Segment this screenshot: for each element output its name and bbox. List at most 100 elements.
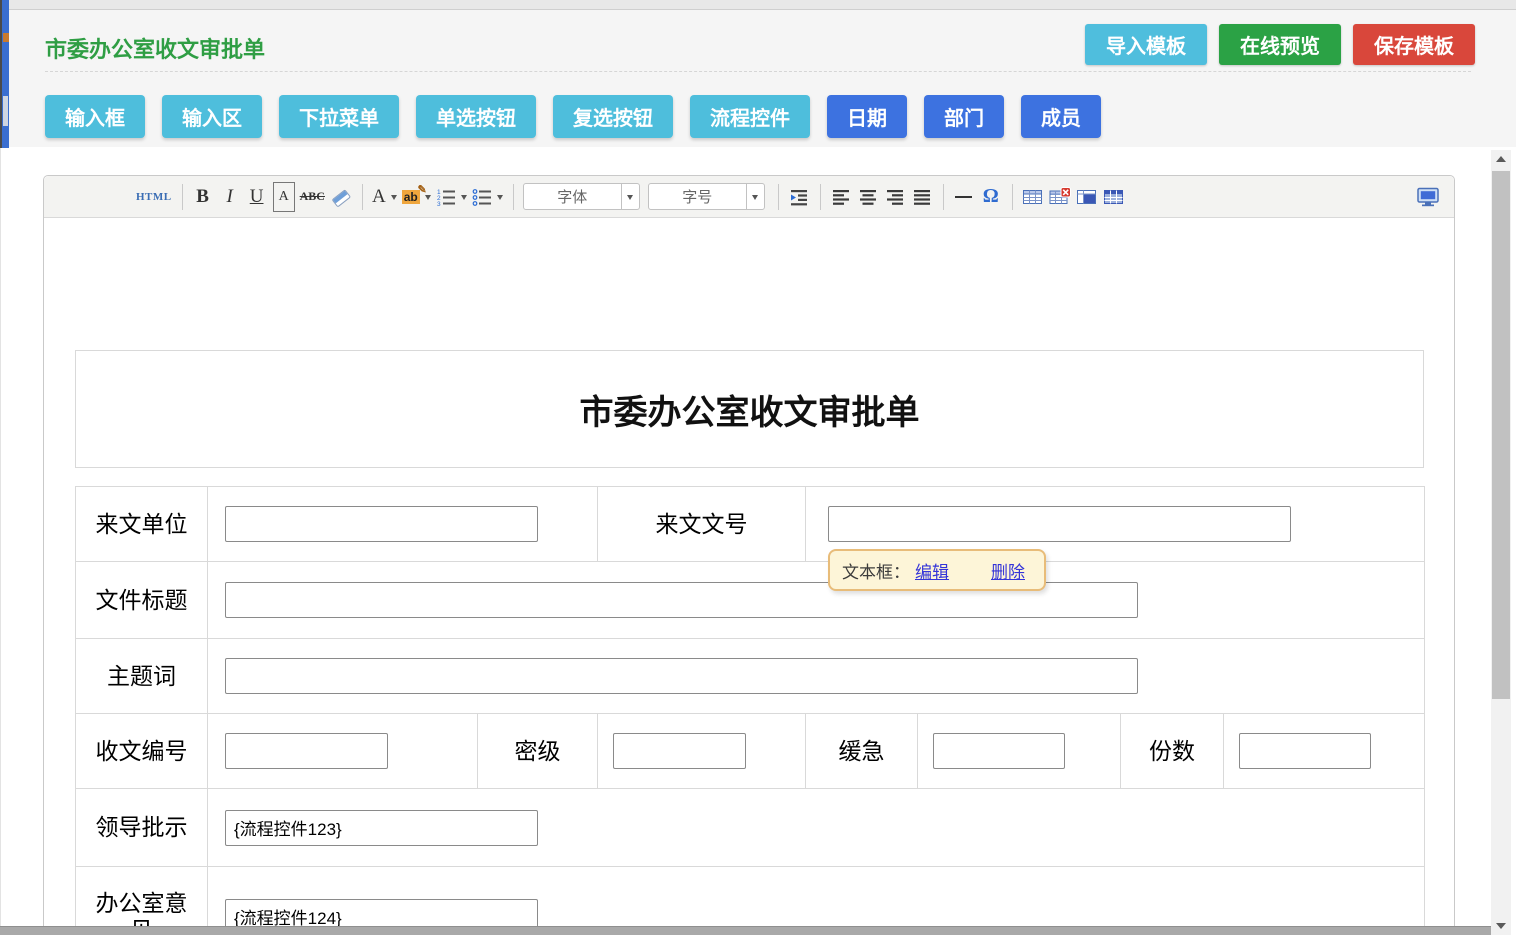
header-action-buttons: 导入模板 在线预览 保存模板 [1085, 24, 1475, 65]
control-edit-tooltip: 文本框： 编辑 删除 [828, 549, 1046, 591]
font-color-icon[interactable]: A [372, 182, 397, 212]
toolbar-separator [778, 184, 779, 210]
toolbar-separator [820, 184, 821, 210]
delete-table-icon[interactable] [1049, 182, 1071, 212]
justify-icon[interactable] [911, 182, 933, 212]
vertical-scrollbar[interactable] [1491, 150, 1511, 935]
font-format-icon[interactable]: A [273, 182, 295, 212]
add-radio-button[interactable]: 单选按钮 [416, 95, 536, 138]
italic-icon[interactable]: I [219, 182, 241, 212]
align-right-icon[interactable] [884, 182, 906, 212]
left-edge-line [0, 148, 1, 935]
html-source-icon[interactable]: HTML [136, 182, 172, 212]
window-top-band [0, 0, 1516, 10]
import-template-button[interactable]: 导入模板 [1085, 24, 1207, 65]
scrollbar-thumb[interactable] [1492, 171, 1510, 699]
doc-title-label: 文件标题 [76, 562, 208, 639]
document-title-box: 市委办公室收文审批单 [75, 350, 1424, 468]
table-properties-icon[interactable] [1103, 182, 1125, 212]
incoming-unit-input[interactable] [225, 506, 538, 542]
remove-format-eraser-icon[interactable] [330, 182, 352, 212]
background-window-icon-fragment [3, 33, 9, 42]
svg-text:3: 3 [437, 201, 441, 207]
online-preview-button[interactable]: 在线预览 [1219, 24, 1341, 65]
table-row: 主题词 [76, 639, 1425, 714]
urgency-input[interactable] [933, 733, 1065, 769]
toolbar-separator [182, 184, 183, 210]
table-row: 领导批示 [76, 789, 1425, 867]
bold-icon[interactable]: B [192, 182, 214, 212]
incoming-no-label: 来文文号 [598, 487, 806, 562]
copies-label: 份数 [1121, 714, 1224, 789]
chevron-down-icon[interactable] [746, 184, 764, 209]
delete-control-link[interactable]: 删除 [991, 558, 1025, 583]
table-cell [208, 639, 1425, 714]
secrecy-level-input[interactable] [613, 733, 746, 769]
table-row: 来文单位 来文文号 [76, 487, 1425, 562]
edit-control-link[interactable]: 编辑 [915, 558, 949, 583]
incoming-no-input[interactable] [828, 506, 1291, 542]
align-center-icon[interactable] [857, 182, 879, 212]
table-row: 收文编号 密级 缓急 份数 [76, 714, 1425, 789]
indent-icon[interactable] [788, 182, 810, 212]
ordered-list-icon[interactable]: 1 2 3 [436, 182, 467, 212]
editor-toolbar: HTML B I U A ABC A ab 1 2 3 [44, 176, 1454, 218]
table-cell [208, 487, 598, 562]
dashed-divider [45, 71, 1471, 72]
rich-text-editor: HTML B I U A ABC A ab 1 2 3 [43, 175, 1455, 935]
underline-icon[interactable]: U [246, 182, 268, 212]
document-form-table: 来文单位 来文文号 文件标题 主题词 [75, 486, 1425, 935]
special-character-icon[interactable]: Ω [980, 182, 1002, 212]
highlight-color-icon[interactable]: ab [402, 182, 431, 212]
add-member-button[interactable]: 成员 [1021, 95, 1101, 138]
leader-instructions-label: 领导批示 [76, 789, 208, 867]
toolbar-separator [1012, 184, 1013, 210]
add-input-box-button[interactable]: 输入框 [45, 95, 145, 138]
form-control-toolbar: 输入框 输入区 下拉菜单 单选按钮 复选按钮 流程控件 日期 部门 成员 [45, 95, 1101, 138]
table-cell [598, 714, 806, 789]
table-cell [208, 789, 1425, 867]
fullscreen-icon[interactable] [1416, 182, 1440, 212]
horizontal-rule-icon[interactable] [953, 182, 975, 212]
table-row: 文件标题 [76, 562, 1425, 639]
urgency-label: 缓急 [806, 714, 918, 789]
strikethrough-icon[interactable]: ABC [300, 182, 325, 212]
add-department-button[interactable]: 部门 [924, 95, 1004, 138]
page-header: 市委办公室收文审批单 导入模板 在线预览 保存模板 输入框 输入区 下拉菜单 单… [0, 10, 1516, 147]
incoming-unit-label: 来文单位 [76, 487, 208, 562]
secrecy-level-label: 密级 [478, 714, 598, 789]
table-cell [918, 714, 1121, 789]
merge-cells-table-icon[interactable] [1076, 182, 1098, 212]
add-dropdown-button[interactable]: 下拉菜单 [279, 95, 399, 138]
subject-words-label: 主题词 [76, 639, 208, 714]
leader-instructions-input[interactable] [225, 810, 538, 846]
align-left-icon[interactable] [830, 182, 852, 212]
toolbar-separator [943, 184, 944, 210]
editor-document-area[interactable]: 市委办公室收文审批单 来文单位 来文文号 文件标题 [44, 218, 1454, 935]
add-input-area-button[interactable]: 输入区 [162, 95, 262, 138]
scroll-up-arrow[interactable] [1491, 150, 1511, 167]
table-cell [1224, 714, 1425, 789]
copies-input[interactable] [1239, 733, 1371, 769]
add-flow-control-button[interactable]: 流程控件 [690, 95, 810, 138]
table-cell [208, 714, 478, 789]
font-family-select[interactable]: 字体 [523, 183, 640, 210]
tooltip-label: 文本框： [842, 558, 910, 583]
window-bottom-edge [0, 926, 1491, 935]
page-title: 市委办公室收文审批单 [45, 32, 265, 64]
unordered-list-icon[interactable] [472, 182, 503, 212]
add-date-button[interactable]: 日期 [827, 95, 907, 138]
toolbar-separator [513, 184, 514, 210]
font-size-select[interactable]: 字号 [648, 183, 765, 210]
office-opinion-label: 办公室意见 [76, 867, 208, 935]
document-title: 市委办公室收文审批单 [580, 385, 920, 434]
chevron-down-icon[interactable] [621, 184, 639, 209]
receipt-no-input[interactable] [225, 733, 388, 769]
save-template-button[interactable]: 保存模板 [1353, 24, 1475, 65]
subject-words-input[interactable] [225, 658, 1138, 694]
add-checkbox-button[interactable]: 复选按钮 [553, 95, 673, 138]
insert-table-icon[interactable] [1022, 182, 1044, 212]
background-window-edge [0, 0, 9, 148]
scroll-down-arrow[interactable] [1491, 918, 1511, 935]
table-cell [208, 562, 1425, 639]
